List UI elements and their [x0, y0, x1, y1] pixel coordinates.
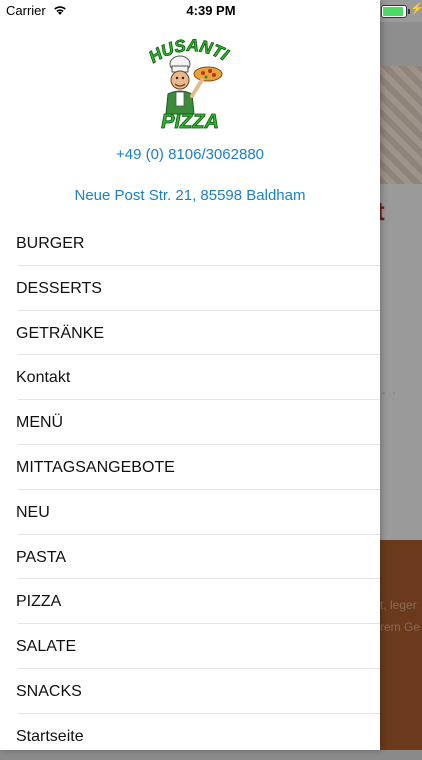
background-text-fragment: t, leger [380, 598, 417, 612]
phone-number-link[interactable]: +49 (0) 8106/3062880 [0, 146, 380, 163]
menu-item-mittagsangebote[interactable]: MITTAGSANGEBOTE [0, 445, 380, 490]
menu-item-label: SNACKS [16, 682, 82, 700]
battery-icon [381, 5, 410, 18]
husanti-pizza-logo: HUSANTI PIZZA [145, 36, 233, 132]
menu-item-label: MITTAGSANGEBOTE [16, 458, 175, 476]
menu-item-pasta[interactable]: PASTA [0, 535, 380, 580]
menu-item-startseite[interactable]: Startseite [0, 714, 380, 759]
menu-item-label: SALATE [16, 638, 77, 656]
background-hero-image [380, 66, 422, 184]
menu-item-label: BURGER [16, 235, 85, 252]
menu-item-salate[interactable]: SALATE [0, 624, 380, 669]
menu-item-desserts[interactable]: DESSERTS [0, 266, 380, 311]
menu-item-neu[interactable]: NEU [0, 490, 380, 535]
address-link[interactable]: Neue Post Str. 21, 85598 Baldham [0, 187, 380, 204]
navigation-drawer: HUSANTI PIZZA +49 (0) 8106/3062880 Neue … [0, 0, 380, 750]
logo-text-bottom: PIZZA [161, 111, 219, 132]
menu-item-label: PIZZA [16, 593, 62, 611]
menu-list: BURGER DESSERTS GETRÄNKE Kontakt MENÜ MI… [0, 221, 380, 759]
background-nav-bar [380, 22, 422, 66]
menu-item-snacks[interactable]: SNACKS [0, 669, 380, 714]
background-text-fragment: rem Ge [380, 620, 421, 634]
menu-item-label: Kontakt [16, 369, 71, 387]
menu-item-label: PASTA [16, 548, 67, 566]
menu-item-getraenke[interactable]: GETRÄNKE [0, 311, 380, 356]
charging-bolt-icon: ⚡ [410, 3, 422, 15]
status-bar: Carrier 4:39 PM ⚡ [0, 0, 422, 22]
menu-item-label: GETRÄNKE [16, 324, 105, 342]
menu-item-label: MENÜ [16, 414, 64, 432]
background-footer-section [380, 540, 422, 750]
background-divider-fragment: - - [382, 388, 398, 399]
menu-item-label: NEU [16, 503, 50, 521]
menu-item-label: DESSERTS [16, 279, 102, 297]
menu-item-menue[interactable]: MENÜ [0, 400, 380, 445]
menu-item-kontakt[interactable]: Kontakt [0, 355, 380, 401]
menu-item-pizza[interactable]: PIZZA [0, 579, 380, 625]
clock-time: 4:39 PM [186, 3, 236, 18]
menu-item-burger[interactable]: BURGER [0, 221, 380, 266]
menu-item-label: Startseite [16, 727, 84, 745]
